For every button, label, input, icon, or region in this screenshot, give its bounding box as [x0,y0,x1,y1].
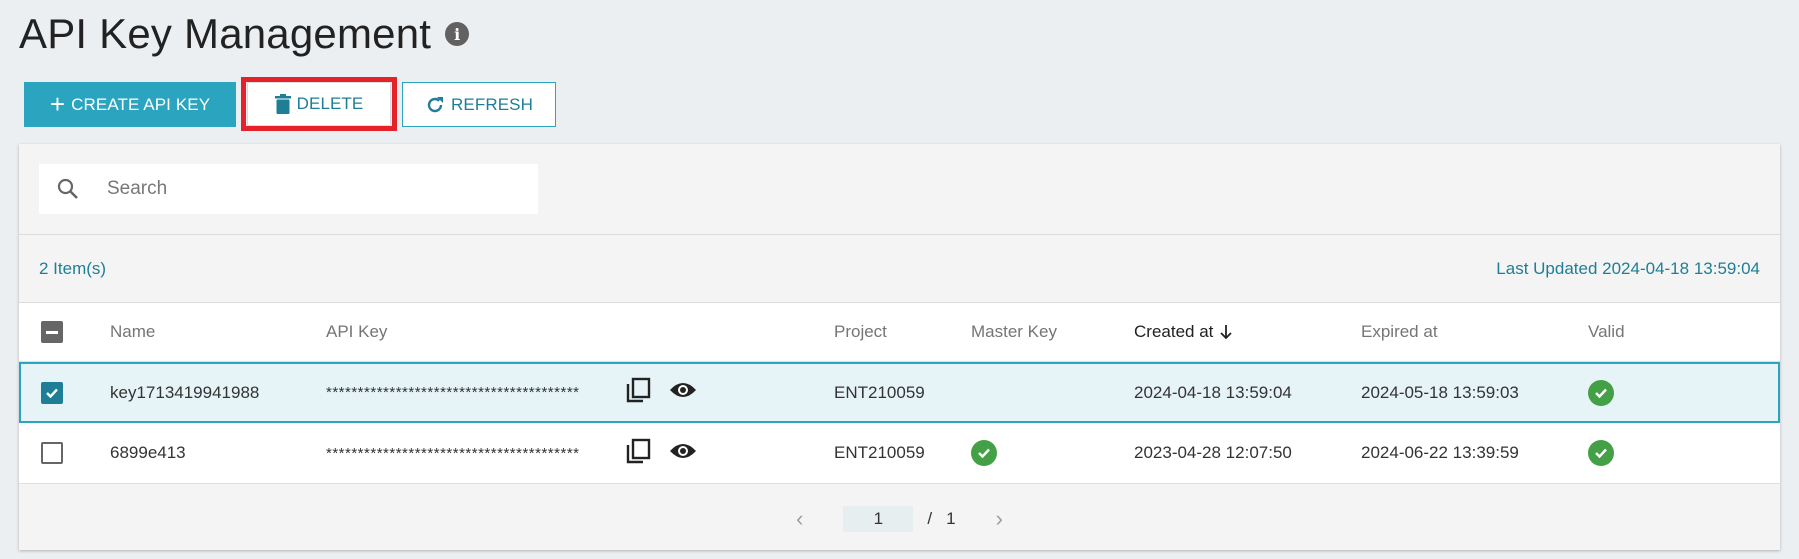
column-created-at[interactable]: Created at [1134,322,1233,342]
plus-icon: + [49,88,66,119]
valid-check-icon [1588,379,1614,406]
trash-icon [274,94,291,114]
delete-button[interactable]: DELETE [247,82,391,126]
search-icon [57,178,78,199]
refresh-button[interactable]: REFRESH [402,82,556,127]
row-expired-at: 2024-06-22 13:39:59 [1361,443,1519,462]
column-master-key[interactable]: Master Key [971,322,1057,342]
table-row[interactable]: key1713419941988 ***********************… [19,362,1780,423]
arrow-down-icon [1220,325,1233,340]
eye-icon[interactable] [669,441,697,466]
refresh-label: REFRESH [451,94,533,114]
toolbar: + CREATE API KEY DELETE REFRESH [24,77,556,131]
summary-row: 2 Item(s) Last Updated 2024-04-18 13:59:… [19,235,1780,302]
total-pages: 1 [946,509,956,528]
column-expired-at[interactable]: Expired at [1361,322,1438,342]
page-number-input[interactable] [843,506,914,532]
row-created-at: 2024-04-18 13:59:04 [1134,382,1292,402]
refresh-icon [427,96,444,112]
row-api-key: **************************************** [326,384,580,401]
page: API Key Management i + CREATE API KEY DE… [0,0,1799,559]
create-api-key-button[interactable]: + CREATE API KEY [24,82,236,127]
row-name: key1713419941988 [110,382,260,402]
title-row: API Key Management i [19,10,470,58]
last-updated: Last Updated 2024-04-18 13:59:04 [1496,258,1760,278]
api-key-table: Name API Key Project Master Key Created … [19,303,1780,484]
row-expired-at: 2024-05-18 13:59:03 [1361,382,1519,402]
row-created-at: 2023-04-28 12:07:50 [1134,443,1292,462]
table-row[interactable]: 6899e413 *******************************… [19,423,1780,484]
row-api-key: **************************************** [326,445,580,462]
row-checkbox[interactable] [41,442,63,464]
page-title: API Key Management [19,10,432,57]
search-input[interactable] [107,178,487,200]
copy-icon[interactable] [625,438,651,469]
column-project[interactable]: Project [834,322,887,342]
copy-icon[interactable] [625,377,651,408]
column-name[interactable]: Name [110,322,155,342]
item-count: 2 Item(s) [39,258,107,278]
table-body: key1713419941988 ***********************… [19,362,1780,484]
select-all-checkbox[interactable] [41,321,63,343]
column-valid[interactable]: Valid [1588,322,1625,342]
delete-highlight-box: DELETE [241,77,397,131]
search-box [39,164,538,214]
delete-label: DELETE [296,94,364,113]
eye-icon[interactable] [669,380,697,405]
master-key-check-icon [971,440,997,466]
info-icon[interactable]: i [445,22,470,46]
page-separator: / [927,509,933,528]
api-key-card: 2 Item(s) Last Updated 2024-04-18 13:59:… [19,144,1780,550]
column-api-key[interactable]: API Key [326,322,387,342]
create-api-key-label: CREATE API KEY [71,94,211,114]
table-header: Name API Key Project Master Key Created … [19,303,1780,362]
pagination: ‹ / 1 › [19,488,1780,550]
row-name: 6899e413 [110,443,186,462]
next-page-icon[interactable]: › [996,506,1003,532]
row-project: ENT210059 [834,382,925,402]
column-created-at-label: Created at [1134,322,1214,341]
row-project: ENT210059 [834,443,925,462]
valid-check-icon [1588,440,1614,466]
prev-page-icon[interactable]: ‹ [796,506,803,532]
row-checkbox[interactable] [41,381,63,404]
